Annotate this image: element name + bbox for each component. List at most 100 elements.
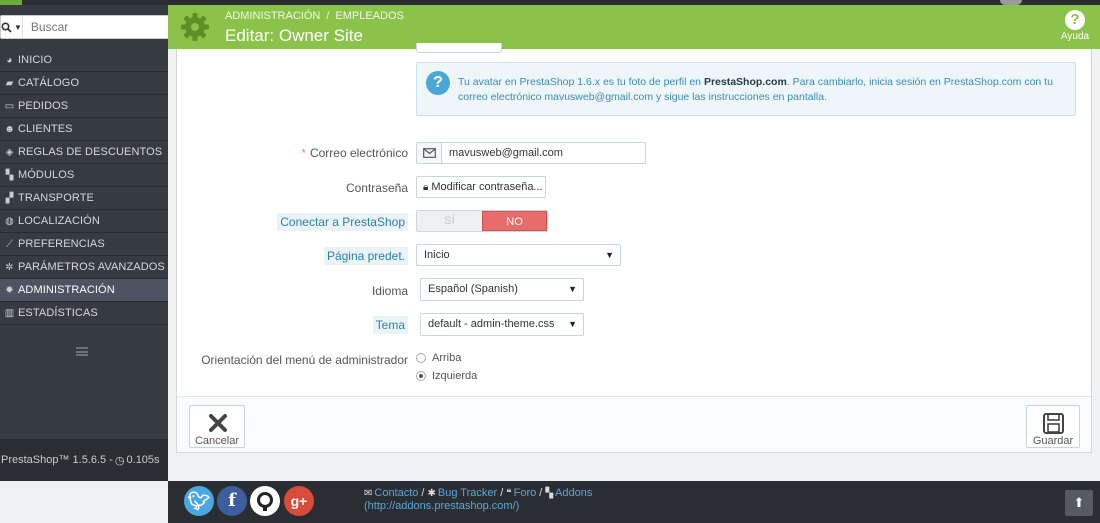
partial-input-field[interactable] <box>416 43 502 53</box>
comments-icon: ❝ <box>506 488 512 499</box>
cancel-button[interactable]: Cancelar <box>189 405 245 448</box>
radio-button[interactable] <box>416 353 426 363</box>
facebook-icon[interactable]: f <box>217 486 247 516</box>
footer-links: ✉ Contacto / ✱ Bug Tracker / ❝ Foro / ▚ Addons (ht… <box>364 487 592 513</box>
page-footer: 🐦︎ f g+ ✉ Contacto / ✱ Bug Tracker / ❝ Foro / ▚ Ad… <box>168 481 1100 523</box>
google-plus-icon[interactable]: g+ <box>284 486 314 516</box>
language-value: Español (Spanish) <box>428 283 518 295</box>
dashboard-icon: ◕ <box>6 54 13 66</box>
email-label-text: Correo electrónico <box>309 146 408 160</box>
sidebar-item-label: MÓDULOS <box>18 169 75 181</box>
toggle-yes[interactable]: SÍ <box>417 211 482 231</box>
orientation-option-izquierda[interactable]: Izquierda <box>416 370 477 382</box>
lock-icon: 🔒︎ <box>423 181 429 193</box>
sidebar-item-label: REGLAS DE DESCUENTOS <box>18 146 163 158</box>
sidebar-item-label: INICIO <box>18 54 53 66</box>
search-dropdown-button[interactable]: ▼ <box>0 15 23 39</box>
email-label: * Correo electrónico <box>301 146 408 160</box>
truck-icon: ▞ <box>5 192 14 204</box>
footer-link-contact[interactable]: Contacto <box>374 487 418 499</box>
footer-separator: / <box>539 487 543 499</box>
sidebar-item-inicio[interactable]: ◕ INICIO <box>0 49 168 72</box>
orientation-option-label: Izquierda <box>432 370 478 382</box>
orientation-option-label: Arriba <box>432 352 462 364</box>
globe-icon: ◍ <box>5 215 14 227</box>
envelope-icon <box>417 143 442 163</box>
sidebar-item-reglas[interactable]: ◈ REGLAS DE DESCUENTOS <box>0 141 168 164</box>
caret-down-icon: ▼ <box>605 250 614 260</box>
sidebar-item-label: TRANSPORTE <box>18 192 94 204</box>
save-icon <box>1043 413 1064 434</box>
footer-link-addons-url[interactable]: (http://addons.prestashop.com/) <box>364 500 519 512</box>
sidebar-item-transporte[interactable]: ▞ TRANSPORTE <box>0 187 168 210</box>
collapse-menu-icon[interactable] <box>76 347 88 356</box>
connect-label: Conectar a PrestaShop <box>277 213 408 231</box>
page-header: ADMINISTRACIÓN / EMPLEADOS Editar: Owner S… <box>168 5 1100 49</box>
caret-down-icon: ▼ <box>568 319 577 329</box>
connect-toggle[interactable]: SÍ NO <box>416 210 548 232</box>
change-password-button[interactable]: 🔒︎ Modificar contraseña... <box>416 176 546 198</box>
sidebar-item-parametros[interactable]: ✲ PARÁMETROS AVANZADOS <box>0 256 168 279</box>
breadcrumb: ADMINISTRACIÓN / EMPLEADOS <box>225 10 404 22</box>
sidebar-item-label: CLIENTES <box>18 123 73 135</box>
gear-icon: ✹ <box>5 284 14 296</box>
envelope-icon: ✉ <box>364 488 373 499</box>
sidebar-item-modulos[interactable]: ▚ MÓDULOS <box>0 164 168 187</box>
footer-link-addons[interactable]: Addons <box>555 487 592 499</box>
orientation-option-arriba[interactable]: Arriba <box>416 352 461 364</box>
close-icon <box>209 414 227 432</box>
caret-down-icon: ▼ <box>14 22 22 32</box>
sidebar-item-clientes[interactable]: ☻ CLIENTES <box>0 118 168 141</box>
twitter-icon[interactable]: 🐦︎ <box>184 486 214 516</box>
language-label: Idioma <box>371 284 408 298</box>
save-button[interactable]: Guardar <box>1026 405 1080 448</box>
sidebar-item-localizacion[interactable]: ◍ LOCALIZACIÓN <box>0 210 168 233</box>
sidebar-item-catalogo[interactable]: ▰ CATÁLOGO <box>0 72 168 95</box>
footer-link-bug-tracker[interactable]: Bug Tracker <box>438 487 497 499</box>
sidebar-item-pedidos[interactable]: ▭ PEDIDOS <box>0 95 168 118</box>
avatar-info-text: Tu avatar en PrestaShop 1.6.x es tu foto… <box>458 75 1058 105</box>
caret-down-icon: ▼ <box>568 284 577 294</box>
toggle-no[interactable]: NO <box>482 211 547 231</box>
help-button[interactable]: ? Ayuda <box>1060 10 1090 42</box>
sidebar-item-label: LOCALIZACIÓN <box>18 215 100 227</box>
help-label: Ayuda <box>1060 31 1090 42</box>
bar-chart-icon: ▥ <box>4 307 15 319</box>
sidebar-item-label: ESTADÍSTICAS <box>18 307 98 319</box>
employee-form-panel: ? Tu avatar en PrestaShop 1.6.x es tu fo… <box>176 43 1092 453</box>
footer-link-forum[interactable]: Foro <box>514 487 537 499</box>
radio-button-checked[interactable] <box>416 371 426 381</box>
sidebar-item-label: PREFERENCIAS <box>18 238 105 250</box>
sidebar: ▼ ◕ INICIO ▰ CATÁLOGO ▭PEDIDOS ☻CLIENTES ◈… <box>0 5 187 481</box>
theme-select[interactable]: default - admin-theme.css ▼ <box>420 313 584 336</box>
scroll-top-button[interactable]: ⬆ <box>1065 490 1093 516</box>
sidebar-item-estadisticas[interactable]: ▥ ESTADÍSTICAS <box>0 302 168 325</box>
menu-orientation-label: Orientación del menú de administrador <box>201 353 408 367</box>
clock-icon: ◷ <box>114 454 125 467</box>
users-icon: ☻ <box>4 123 15 135</box>
sidebar-item-administracion[interactable]: ✹ ADMINISTRACIÓN <box>0 279 168 302</box>
footer-separator: / <box>500 487 504 499</box>
avatar-info-text-bold: PrestaShop.com <box>703 76 787 88</box>
change-password-label: Modificar contraseña... <box>431 181 543 193</box>
book-icon: ▰ <box>5 77 14 89</box>
search-icon <box>1 21 12 33</box>
breadcrumb-separator: / <box>326 10 330 22</box>
search-input[interactable] <box>22 15 187 39</box>
default-page-select[interactable]: Inicio ▼ <box>416 244 621 266</box>
email-field[interactable]: mavusweb@gmail.com <box>416 142 646 164</box>
breadcrumb-item[interactable]: ADMINISTRACIÓN <box>225 10 320 22</box>
question-icon: ? <box>1065 10 1085 30</box>
question-icon: ? <box>426 71 450 95</box>
puzzle-icon: ▚ <box>5 169 14 181</box>
avatar-info-text-part: Tu avatar en PrestaShop 1.6.x es tu foto… <box>458 76 704 88</box>
gear-icon <box>181 13 209 41</box>
load-time: 0.105s <box>126 454 160 466</box>
github-icon[interactable] <box>250 486 280 516</box>
puzzle-icon: ▚ <box>545 488 554 499</box>
credit-card-icon: ▭ <box>4 100 15 112</box>
tags-icon: ◈ <box>5 146 14 158</box>
breadcrumb-item[interactable]: EMPLEADOS <box>335 10 403 22</box>
language-select[interactable]: Español (Spanish) ▼ <box>420 278 584 301</box>
sidebar-item-preferencias[interactable]: ⟋ PREFERENCIAS <box>0 233 168 256</box>
